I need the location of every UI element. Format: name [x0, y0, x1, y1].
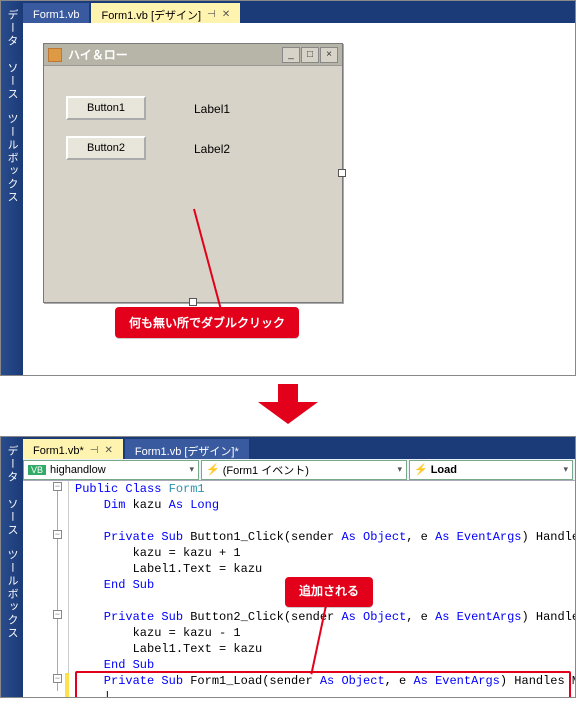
form-title: ハイ＆ロー [68, 46, 282, 63]
fold-toggle[interactable]: − [53, 482, 62, 491]
down-arrow-icon [258, 384, 318, 428]
tab-form1-code[interactable]: Form1.vb [23, 3, 89, 23]
sidetab-datasource[interactable]: データ ソース [4, 445, 20, 537]
tab-label: Form1.vb [デザイン] [101, 7, 201, 23]
code-line: Private Sub Form1_Load(sender As Object,… [75, 673, 575, 689]
form-preview[interactable]: ハイ＆ロー _ □ × Button1 Button2 Label1 Label… [43, 43, 343, 303]
chevron-down-icon[interactable]: ▾ [563, 464, 568, 475]
code-line: End Sub [75, 657, 575, 673]
bolt-icon: ⚡ [414, 463, 428, 476]
code-editor[interactable]: − − − − Public Class Form1 Dim kazu As L… [23, 481, 575, 697]
vb-badge-icon: VB [28, 465, 46, 475]
code-line: Label1.Text = kazu [75, 641, 575, 657]
bolt-icon: ⚡ [206, 463, 220, 476]
code-line: Private Sub Button1_Click(sender As Obje… [75, 529, 575, 545]
code-line: Dim kazu As Long [75, 497, 575, 513]
side-toolstrip: データ ソース ツールボックス [1, 1, 23, 375]
class-combo[interactable]: VB highandlow ▾ [23, 460, 199, 480]
designer-surface[interactable]: ハイ＆ロー _ □ × Button1 Button2 Label1 Label… [23, 23, 575, 375]
document-tabs-top: Form1.vb Form1.vb [デザイン] ⊣ ✕ [23, 1, 575, 23]
tab-label: Form1.vb [33, 9, 79, 21]
chevron-down-icon[interactable]: ▾ [397, 464, 402, 475]
member-selector-row: VB highandlow ▾ ⚡ (Form1 イベント) ▾ ⚡ Load … [23, 459, 575, 481]
maximize-button[interactable]: □ [301, 47, 319, 63]
callout-doubleclick: 何も無い所でダブルクリック [115, 307, 299, 338]
tab-form1-code[interactable]: Form1.vb* ⊣ ✕ [23, 439, 123, 459]
close-button[interactable]: × [320, 47, 338, 63]
form-titlebar: ハイ＆ロー _ □ × [44, 44, 342, 66]
object-combo[interactable]: ⚡ (Form1 イベント) ▾ [201, 460, 407, 480]
tab-form1-designer[interactable]: Form1.vb [デザイン] ⊣ ✕ [91, 3, 240, 23]
fold-toggle[interactable]: − [53, 674, 62, 683]
tab-label: Form1.vb* [33, 445, 84, 457]
tab-label: Form1.vb [デザイン]* [135, 443, 239, 459]
code-line: | [75, 689, 575, 697]
chevron-down-icon[interactable]: ▾ [189, 464, 194, 475]
fold-guideline [57, 491, 58, 691]
button2[interactable]: Button2 [66, 136, 146, 160]
document-tabs-bottom: Form1.vb* ⊣ ✕ Form1.vb [デザイン]* [23, 437, 575, 459]
code-gutter: − − − − [23, 481, 69, 697]
tab-form1-designer[interactable]: Form1.vb [デザイン]* [125, 439, 249, 459]
combo-text: (Form1 イベント) [223, 462, 309, 478]
sidetab-datasource[interactable]: データ ソース [4, 9, 20, 101]
window-buttons: _ □ × [282, 47, 338, 63]
code-line: Label1.Text = kazu [75, 561, 575, 577]
form-icon [48, 48, 62, 62]
pin-icon[interactable]: ⊣ [90, 445, 99, 456]
form-client-area[interactable]: Button1 Button2 Label1 Label2 [44, 66, 342, 302]
combo-text: Load [431, 464, 457, 476]
sidetab-toolbox[interactable]: ツールボックス [4, 113, 20, 204]
close-icon[interactable]: ✕ [104, 445, 112, 456]
sidetab-toolbox[interactable]: ツールボックス [4, 549, 20, 640]
button1[interactable]: Button1 [66, 96, 146, 120]
callout-added: 追加される [285, 577, 373, 607]
close-icon[interactable]: ✕ [222, 9, 230, 20]
code-line: kazu = kazu + 1 [75, 545, 575, 561]
fold-toggle[interactable]: − [53, 610, 62, 619]
label2[interactable]: Label2 [194, 142, 230, 156]
label1[interactable]: Label1 [194, 102, 230, 116]
minimize-button[interactable]: _ [282, 47, 300, 63]
designer-panel: データ ソース ツールボックス Form1.vb Form1.vb [デザイン]… [0, 0, 576, 376]
side-toolstrip: データ ソース ツールボックス [1, 437, 23, 697]
fold-toggle[interactable]: − [53, 530, 62, 539]
code-line [75, 513, 575, 529]
combo-text: highandlow [50, 464, 106, 476]
code-line: Public Class Form1 [75, 481, 575, 497]
event-combo[interactable]: ⚡ Load ▾ [409, 460, 573, 480]
pin-icon[interactable]: ⊣ [207, 9, 216, 20]
code-line: kazu = kazu - 1 [75, 625, 575, 641]
code-panel: データ ソース ツールボックス Form1.vb* ⊣ ✕ Form1.vb [… [0, 436, 576, 698]
